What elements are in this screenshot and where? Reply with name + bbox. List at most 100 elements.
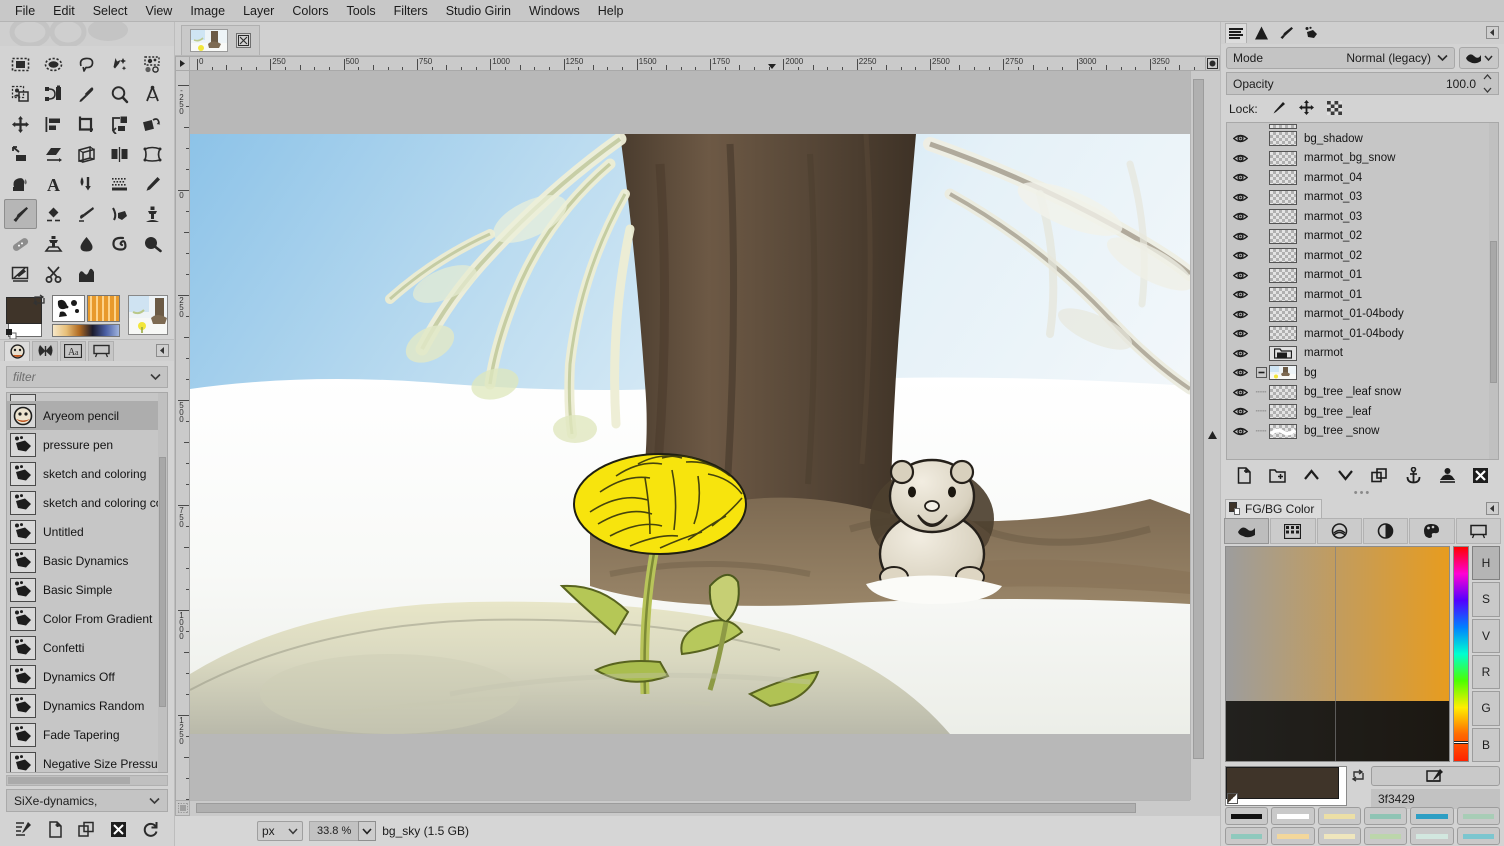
eraser-icon[interactable] [37,199,70,229]
zoom-dropdown-button[interactable] [358,821,376,841]
brush-list-hscrollbar[interactable] [6,775,168,786]
bucket-fill-icon[interactable] [4,169,37,199]
refresh-dynamics-button[interactable] [138,818,162,840]
fg-bg-large-swatch[interactable] [1225,766,1347,806]
layer-visibility-toggle[interactable] [1227,153,1253,164]
table-row[interactable]: marmot_03 [1227,207,1489,227]
channel-button-g[interactable]: G [1472,691,1500,725]
table-row[interactable]: marmot_bg_snow [1227,149,1489,169]
warp-transform-icon[interactable] [70,259,103,289]
tab-fonts[interactable]: Aa [60,341,86,361]
anchor-layer-button[interactable] [1402,464,1424,486]
move-icon[interactable] [4,109,37,139]
raise-layer-button[interactable] [1301,464,1323,486]
table-row[interactable]: ┄┄bg_tree _snow [1227,422,1489,442]
list-item[interactable]: Negative Size Pressure [7,749,158,772]
tab-palette-selector[interactable] [1409,518,1454,544]
layer-list-scroll-thumb[interactable] [1490,241,1497,383]
layer-visibility-toggle[interactable] [1227,406,1253,417]
blur-sharpen-icon[interactable] [70,229,103,259]
lower-layer-button[interactable] [1335,464,1357,486]
table-row[interactable]: marmot_01 [1227,266,1489,286]
layer-list[interactable]: bg_shadowmarmot_bg_snowmarmot_04marmot_0… [1226,122,1499,460]
zoom-value[interactable]: 33.8 % [309,821,358,841]
table-row[interactable]: bg_shadow [1227,129,1489,149]
table-row[interactable]: marmot [1227,344,1489,364]
reset-colors-icon[interactable] [1227,793,1238,804]
tab-fg-bg-color[interactable]: FG/BG Color [1225,499,1322,518]
menu-item-view[interactable]: View [136,1,181,21]
tab-brushes[interactable] [4,341,30,361]
rect-select-icon[interactable] [4,49,37,79]
crop-icon[interactable] [70,109,103,139]
layer-visibility-toggle[interactable] [1227,309,1253,320]
layer-visibility-toggle[interactable] [1227,270,1253,281]
list-item[interactable]: pressure pen [7,430,158,459]
palette-row-2-swatch[interactable] [1225,827,1268,845]
merge-down-button[interactable] [1436,464,1458,486]
free-select-icon[interactable] [70,49,103,79]
swap-colors-icon[interactable] [1351,766,1367,786]
layer-visibility-toggle[interactable] [1227,348,1253,359]
vertical-ruler[interactable]: -250025050075010001250 [175,71,190,800]
menu-item-edit[interactable]: Edit [44,1,84,21]
canvas-vertical-scrollbar[interactable] [1190,71,1205,800]
menu-item-help[interactable]: Help [589,1,633,21]
brush-list[interactable]: Aryeom pencilpressure pensketch and colo… [6,392,168,773]
layers-dock-menu-button[interactable] [1486,26,1499,39]
zoom-selector[interactable]: 33.8 % [309,821,376,841]
lock-alpha-icon[interactable] [1327,101,1342,118]
menu-item-layer[interactable]: Layer [234,1,283,21]
perspective-clone-icon[interactable] [37,229,70,259]
ink-icon[interactable] [103,199,136,229]
clone-icon[interactable] [136,199,169,229]
palette-row-2-swatch[interactable] [1457,827,1500,845]
channel-button-r[interactable]: R [1472,655,1500,689]
menu-corner-button[interactable] [175,56,190,71]
dynamics-name-field[interactable]: SiXe-dynamics, [6,789,168,812]
duplicate-layer-button[interactable] [1368,464,1390,486]
navigation-corner[interactable] [1190,800,1220,816]
palette-row-1-swatch[interactable] [1271,807,1314,825]
paintbrush-icon[interactable] [4,199,37,229]
hscroll-thumb[interactable] [196,803,1136,813]
list-item[interactable]: Basic Dynamics [7,546,158,575]
scissors-select-icon[interactable] [37,259,70,289]
active-image-thumbnail[interactable] [128,295,168,335]
layer-visibility-toggle[interactable] [1227,133,1253,144]
tab-gimp-color-selector[interactable] [1224,518,1269,544]
close-image-button[interactable] [236,33,251,48]
layer-visibility-toggle[interactable] [1227,211,1253,222]
hue-slider[interactable] [1453,546,1469,762]
menu-item-windows[interactable]: Windows [520,1,589,21]
fuzzy-select-icon[interactable] [103,49,136,79]
duplicate-dynamics-button[interactable] [75,818,99,840]
table-row[interactable]: marmot_01-04body [1227,324,1489,344]
table-row[interactable]: marmot_02 [1227,227,1489,247]
airbrush-icon[interactable] [70,199,103,229]
channel-button-s[interactable]: S [1472,582,1500,616]
list-item[interactable]: Dynamics Random [7,691,158,720]
dock-menu-button[interactable] [156,344,169,357]
pick-screen-color-button[interactable] [1371,766,1500,786]
palette-row-2-swatch[interactable] [1318,827,1361,845]
navigation-preview-button[interactable] [1205,71,1220,800]
layer-visibility-toggle[interactable] [1227,426,1253,437]
new-group-button[interactable] [1267,464,1289,486]
list-item[interactable] [7,393,158,401]
active-brush-swatch[interactable] [52,295,85,322]
menu-item-select[interactable]: Select [84,1,137,21]
menu-item-studio-girin[interactable]: Studio Girin [437,1,520,21]
palette-row-1-swatch[interactable] [1318,807,1361,825]
layer-visibility-toggle[interactable] [1227,328,1253,339]
color-picker-icon[interactable] [70,79,103,109]
tab-patterns[interactable] [32,341,58,361]
menu-item-image[interactable]: Image [181,1,234,21]
gradient-icon[interactable] [70,169,103,199]
current-fg-color[interactable] [1226,767,1339,799]
reset-colors-icon[interactable] [6,329,16,339]
tab-scales-selector[interactable] [1456,518,1501,544]
ellipse-select-icon[interactable] [37,49,70,79]
rotate-icon[interactable] [136,109,169,139]
scale-icon[interactable] [4,139,37,169]
